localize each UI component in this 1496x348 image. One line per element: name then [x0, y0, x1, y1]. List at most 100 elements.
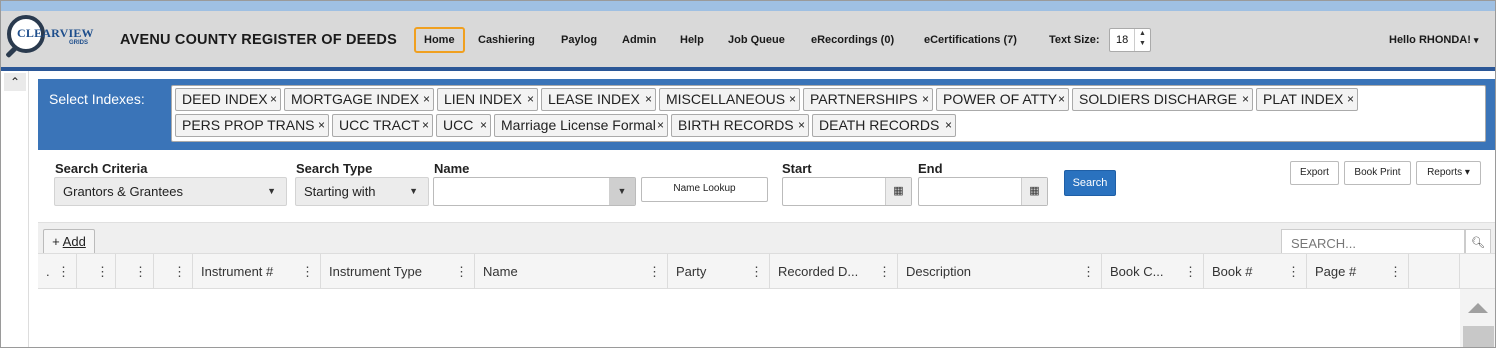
chevron-down-icon: ▼ — [409, 186, 418, 196]
magnifier-handle-icon — [5, 44, 19, 59]
name-label: Name — [434, 161, 470, 176]
text-size-stepper[interactable]: 18 ▲ ▼ — [1109, 28, 1151, 52]
nav-ecertifications[interactable]: eCertifications (7) — [924, 27, 1017, 53]
app-title: AVENU COUNTY REGISTER OF DEEDS — [120, 32, 397, 48]
nav-erecordings[interactable]: eRecordings (0) — [811, 27, 894, 53]
nav-help[interactable]: Help — [680, 27, 704, 53]
add-button[interactable]: + Add — [43, 229, 95, 255]
column-header-description[interactable]: Description ⋮ — [898, 254, 1102, 289]
select-indexes-label: Select Indexes: — [49, 91, 145, 107]
start-label: Start — [782, 161, 812, 176]
index-chip: UCC × — [436, 114, 491, 137]
calendar-icon[interactable]: ▦ — [1021, 178, 1047, 205]
column-header[interactable]: ⋮ — [154, 254, 193, 289]
logo-brand-text: CLEARVIEW — [17, 26, 94, 40]
remove-chip-icon[interactable]: × — [645, 89, 652, 110]
column-menu-icon[interactable]: ⋮ — [455, 254, 468, 289]
column-menu-icon[interactable]: ⋮ — [134, 254, 147, 289]
column-header-instrument-type[interactable]: Instrument Type ⋮ — [321, 254, 475, 289]
nav-admin[interactable]: Admin — [622, 27, 656, 53]
remove-chip-icon[interactable]: × — [1242, 89, 1249, 110]
name-dropdown-icon[interactable]: ▼ — [609, 178, 635, 205]
chevron-up-icon[interactable]: ⌃ — [4, 73, 26, 91]
index-chip: DEED INDEX × — [175, 88, 281, 111]
column-header-recorded-date[interactable]: Recorded D... ⋮ — [770, 254, 898, 289]
nav-paylog[interactable]: Paylog — [561, 27, 597, 53]
search-type-select[interactable]: Starting with ▼ — [295, 177, 429, 206]
remove-chip-icon[interactable]: × — [270, 89, 277, 110]
index-chip: MORTGAGE INDEX × — [284, 88, 434, 111]
column-header-party[interactable]: Party ⋮ — [668, 254, 770, 289]
column-menu-icon[interactable]: ⋮ — [1082, 254, 1095, 289]
column-menu-icon[interactable]: ⋮ — [173, 254, 186, 289]
clearview-logo[interactable]: CLEARVIEW GRIDS — [3, 13, 103, 65]
remove-chip-icon[interactable]: × — [480, 115, 487, 136]
name-lookup-button[interactable]: Name Lookup — [641, 177, 768, 202]
chevron-down-icon: ▼ — [267, 186, 276, 196]
chevron-down-icon: ▾ — [1473, 35, 1479, 45]
index-chip: MISCELLANEOUS × — [659, 88, 800, 111]
scroll-up-icon[interactable] — [1468, 303, 1488, 313]
index-multiselect[interactable]: DEED INDEX × MORTGAGE INDEX × LIEN INDEX × … — [171, 85, 1486, 142]
remove-chip-icon[interactable]: × — [1058, 89, 1065, 110]
export-button[interactable]: Export — [1290, 161, 1339, 185]
user-greeting: Hello RHONDA! — [1389, 34, 1471, 46]
end-date-input[interactable]: ▦ — [918, 177, 1048, 206]
vertical-scrollbar[interactable] — [1460, 289, 1495, 347]
column-menu-icon[interactable]: ⋮ — [750, 254, 763, 289]
results-grid: + Add SEARCH... 🔍︎ . ⋮ ⋮ ⋮ ⋮ Instrument #… — [38, 222, 1495, 347]
search-type-label: Search Type — [296, 161, 373, 176]
remove-chip-icon[interactable]: × — [789, 89, 796, 110]
column-header[interactable] — [1409, 254, 1460, 289]
remove-chip-icon[interactable]: × — [527, 89, 534, 110]
end-label: End — [918, 161, 943, 176]
remove-chip-icon[interactable]: × — [318, 115, 325, 136]
column-header[interactable]: ⋮ — [116, 254, 154, 289]
text-size-value: 18 — [1116, 34, 1129, 46]
grid-body — [38, 289, 1460, 347]
column-header[interactable]: . ⋮ — [38, 254, 77, 289]
remove-chip-icon[interactable]: × — [423, 89, 430, 110]
column-menu-icon[interactable]: ⋮ — [1184, 254, 1197, 289]
scrollbar-thumb[interactable] — [1463, 326, 1494, 347]
name-input[interactable]: ▼ — [433, 177, 636, 206]
user-menu[interactable]: Hello RHONDA! ▾ — [1389, 27, 1478, 53]
index-chip: Marriage License Formal × — [494, 114, 668, 137]
column-menu-icon[interactable]: ⋮ — [96, 254, 109, 289]
logo-sub-text: GRIDS — [69, 40, 89, 46]
column-header[interactable]: ⋮ — [77, 254, 116, 289]
index-chip: PARTNERSHIPS × — [803, 88, 933, 111]
book-print-button[interactable]: Book Print — [1344, 161, 1411, 185]
search-criteria-select[interactable]: Grantors & Grantees ▼ — [54, 177, 287, 206]
column-header-name[interactable]: Name ⋮ — [475, 254, 668, 289]
column-menu-icon[interactable]: ⋮ — [301, 254, 314, 289]
nav-cashiering[interactable]: Cashiering — [478, 27, 535, 53]
stepper-arrows-icon[interactable]: ▲ ▼ — [1134, 29, 1150, 51]
column-menu-icon[interactable]: ⋮ — [57, 254, 70, 289]
column-menu-icon[interactable]: ⋮ — [1287, 254, 1300, 289]
column-header-book-number[interactable]: Book # ⋮ — [1204, 254, 1307, 289]
column-header-book-code[interactable]: Book C... ⋮ — [1102, 254, 1204, 289]
search-button[interactable]: Search — [1064, 170, 1116, 196]
column-header-page-number[interactable]: Page # ⋮ — [1307, 254, 1409, 289]
remove-chip-icon[interactable]: × — [922, 89, 929, 110]
column-header-instrument-number[interactable]: Instrument # ⋮ — [193, 254, 321, 289]
nav-job-queue[interactable]: Job Queue — [728, 27, 785, 53]
index-chip: PERS PROP TRANS × — [175, 114, 329, 137]
remove-chip-icon[interactable]: × — [945, 115, 952, 136]
start-date-input[interactable]: ▦ — [782, 177, 912, 206]
calendar-icon[interactable]: ▦ — [885, 178, 911, 205]
app-window: CLEARVIEW GRIDS AVENU COUNTY REGISTER OF… — [0, 0, 1496, 348]
nav-home[interactable]: Home — [414, 27, 465, 53]
column-menu-icon[interactable]: ⋮ — [648, 254, 661, 289]
index-chip: POWER OF ATTY × — [936, 88, 1069, 111]
remove-chip-icon[interactable]: × — [422, 115, 429, 136]
remove-chip-icon[interactable]: × — [798, 115, 805, 136]
remove-chip-icon[interactable]: × — [657, 115, 664, 136]
reports-button[interactable]: Reports ▾ — [1416, 161, 1481, 185]
remove-chip-icon[interactable]: × — [1347, 89, 1354, 110]
column-menu-icon[interactable]: ⋮ — [1389, 254, 1402, 289]
index-chip: DEATH RECORDS × — [812, 114, 956, 137]
column-menu-icon[interactable]: ⋮ — [878, 254, 891, 289]
index-chip: LIEN INDEX × — [437, 88, 538, 111]
